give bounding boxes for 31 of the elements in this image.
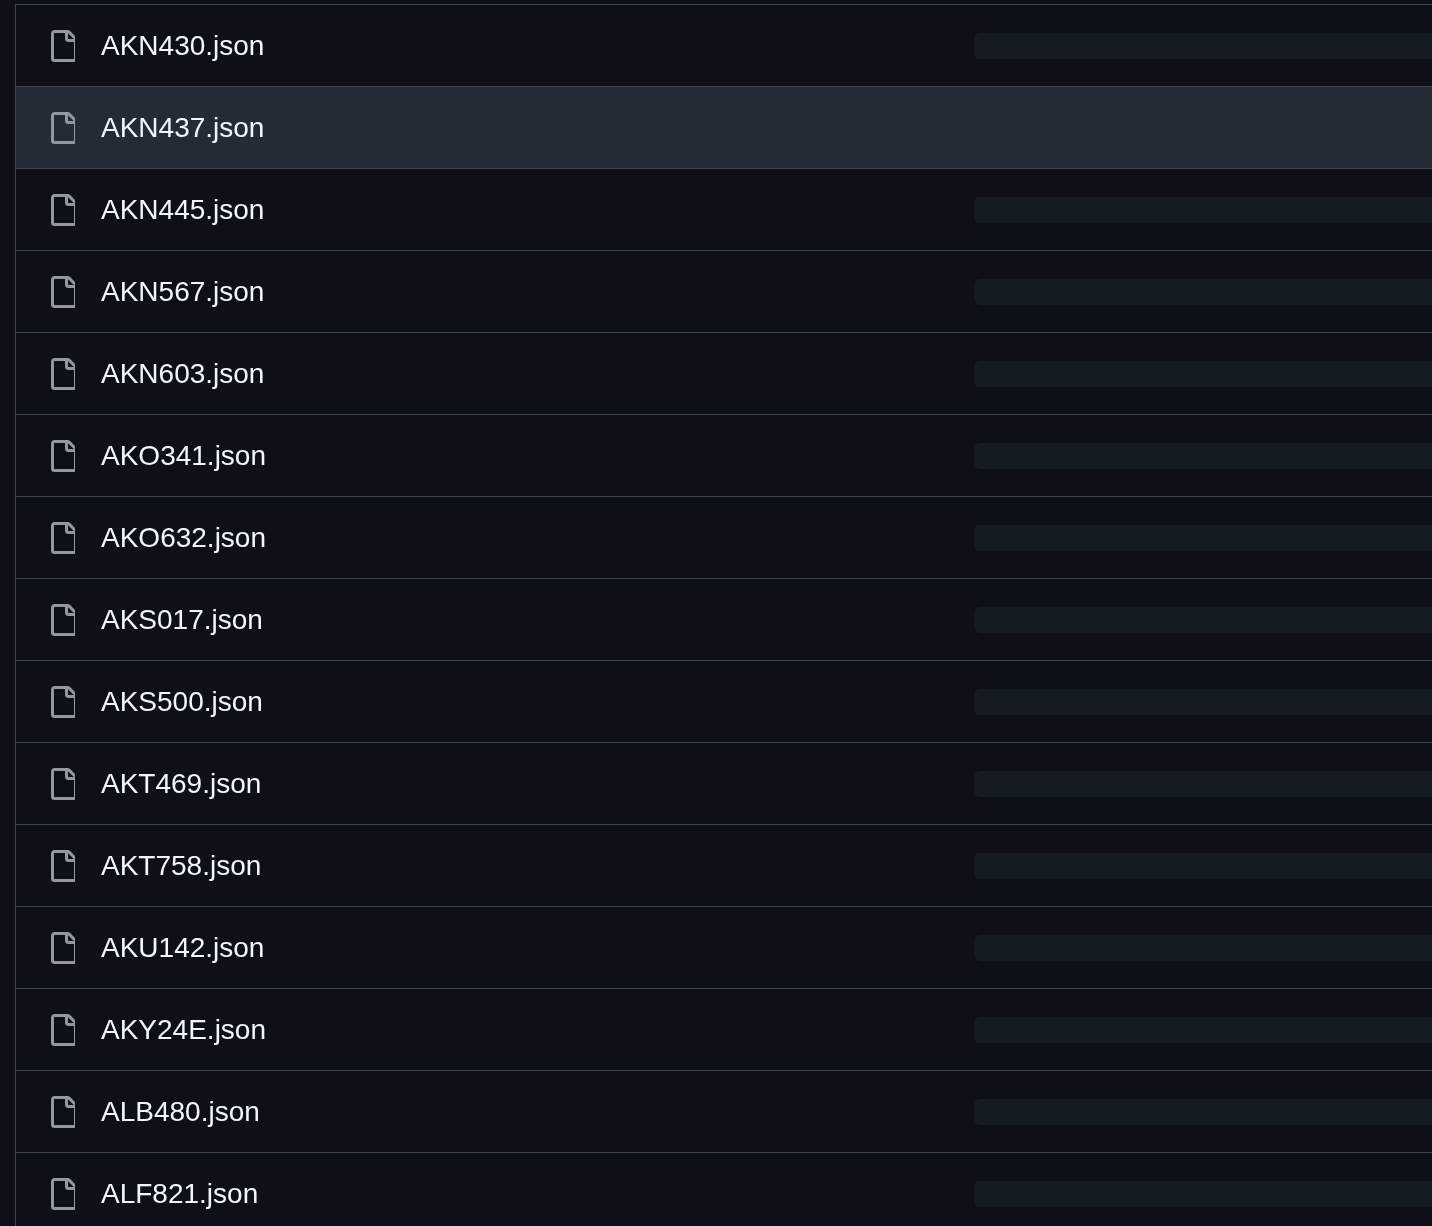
file-link[interactable]: AKN437.json <box>101 110 265 145</box>
file-link[interactable]: AKS500.json <box>101 684 263 719</box>
file-link[interactable]: ALF821.json <box>101 1176 259 1211</box>
file-icon <box>51 849 75 882</box>
file-icon <box>51 275 75 308</box>
file-icon <box>51 193 75 226</box>
file-icon <box>51 439 75 472</box>
file-link[interactable]: AKT758.json <box>101 848 262 883</box>
file-link[interactable]: AKO632.json <box>101 520 266 555</box>
file-icon <box>51 521 75 554</box>
file-link[interactable]: AKN430.json <box>101 28 265 63</box>
file-link[interactable]: AKN603.json <box>101 356 265 391</box>
file-link[interactable]: AKN567.json <box>101 274 265 309</box>
file-icon <box>51 1177 75 1210</box>
file-link[interactable]: ALB480.json <box>101 1094 260 1129</box>
file-link[interactable]: AKU142.json <box>101 930 265 965</box>
file-icon <box>51 1095 75 1128</box>
file-link[interactable]: AKO341.json <box>101 438 266 473</box>
file-link[interactable]: AKN445.json <box>101 192 265 227</box>
file-icon <box>51 357 75 390</box>
file-link[interactable]: AKT469.json <box>101 766 262 801</box>
file-icon <box>51 603 75 636</box>
file-icon <box>51 767 75 800</box>
file-row[interactable]: AKN437.json <box>16 86 1432 168</box>
file-icon <box>51 1013 75 1046</box>
file-icon <box>51 111 75 144</box>
file-link[interactable]: AKS017.json <box>101 602 263 637</box>
file-icon <box>51 685 75 718</box>
file-icon <box>51 931 75 964</box>
file-link[interactable]: AKY24E.json <box>101 1012 266 1047</box>
file-icon <box>51 29 75 62</box>
